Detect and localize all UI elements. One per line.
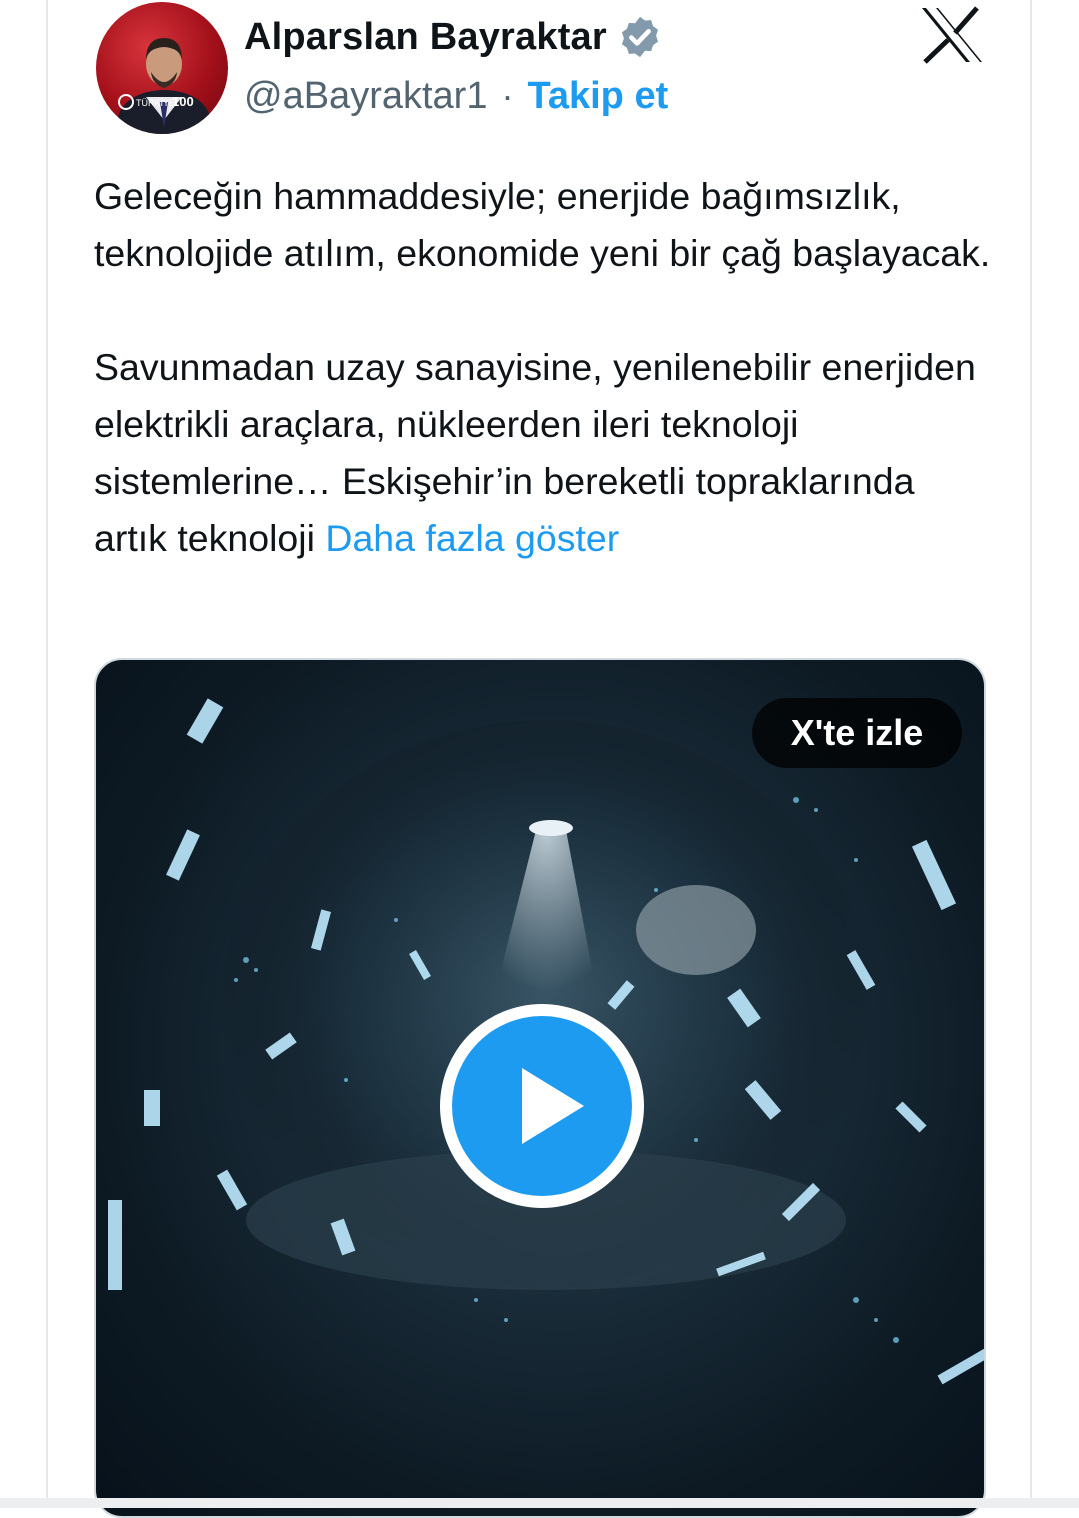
x-logo-icon[interactable] <box>920 6 984 64</box>
play-button[interactable] <box>440 1004 644 1208</box>
play-icon <box>522 1068 584 1144</box>
svg-text:TÜRKİYE: TÜRKİYE <box>136 98 175 108</box>
play-button-inner <box>452 1016 632 1196</box>
author-handle-row: @aBayraktar1 · Takip et <box>244 72 668 120</box>
author-handle[interactable]: @aBayraktar1 <box>244 75 487 118</box>
watch-on-x-button[interactable]: X'te izle <box>752 698 962 768</box>
verified-badge-icon <box>621 16 658 58</box>
follow-button[interactable]: Takip et <box>527 75 668 118</box>
avatar-image: TÜRKİYE 100 <box>118 38 210 134</box>
author-name[interactable]: Alparslan Bayraktar <box>244 16 607 59</box>
bottom-divider <box>0 1498 1079 1508</box>
author-avatar[interactable]: TÜRKİYE 100 <box>96 2 228 134</box>
tweet-text: Geleceğin hammaddesiyle; enerjide bağıms… <box>94 168 994 567</box>
avatar-badge-text: 100 <box>172 94 194 109</box>
video-media[interactable]: X'te izle <box>94 658 986 1518</box>
separator-dot: · <box>501 75 514 116</box>
show-more-link[interactable]: Daha fazla göster <box>325 517 619 559</box>
author-name-row: Alparslan Bayraktar <box>244 12 663 62</box>
tweet-paragraph-1: Geleceğin hammaddesiyle; enerjide bağıms… <box>94 175 991 274</box>
tweet-paragraph-2: Savunmadan uzay sanayisine, yenilenebili… <box>94 339 994 567</box>
